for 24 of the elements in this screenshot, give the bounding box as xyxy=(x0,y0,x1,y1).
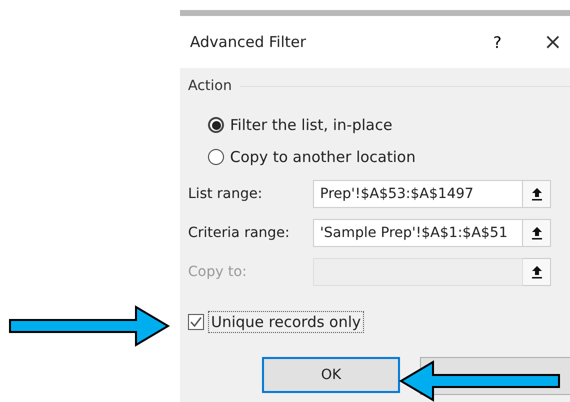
checkbox[interactable] xyxy=(188,314,204,330)
radio-option[interactable]: Filter the list, in-place xyxy=(208,116,570,134)
help-button[interactable]: ? xyxy=(493,32,502,52)
collapse-button[interactable] xyxy=(523,258,551,286)
window-title: Advanced Filter xyxy=(190,33,308,51)
check-icon xyxy=(190,316,202,328)
radio-button[interactable] xyxy=(208,149,224,165)
close-button[interactable]: × xyxy=(544,30,562,54)
upload-icon xyxy=(530,265,542,279)
radio-button[interactable] xyxy=(208,117,224,133)
upload-icon xyxy=(530,187,542,201)
group-label: Action xyxy=(188,78,232,94)
upload-icon xyxy=(530,226,542,240)
radio-option[interactable]: Copy to another location xyxy=(208,148,570,166)
ok-button[interactable]: OK xyxy=(262,357,400,393)
field-label: Copy to: xyxy=(188,264,248,280)
checkbox-option[interactable]: Unique records only xyxy=(188,311,570,333)
collapse-button[interactable] xyxy=(523,180,551,208)
collapse-button[interactable] xyxy=(523,219,551,247)
field-label: Criteria range: xyxy=(188,225,291,241)
field-label: List range: xyxy=(188,186,264,202)
arrow-icon xyxy=(8,305,172,349)
range-field[interactable]: 'Sample Prep'!$A$1:$A$51 xyxy=(313,219,523,247)
range-field[interactable]: Prep'!$A$53:$A$1497 xyxy=(313,180,523,208)
